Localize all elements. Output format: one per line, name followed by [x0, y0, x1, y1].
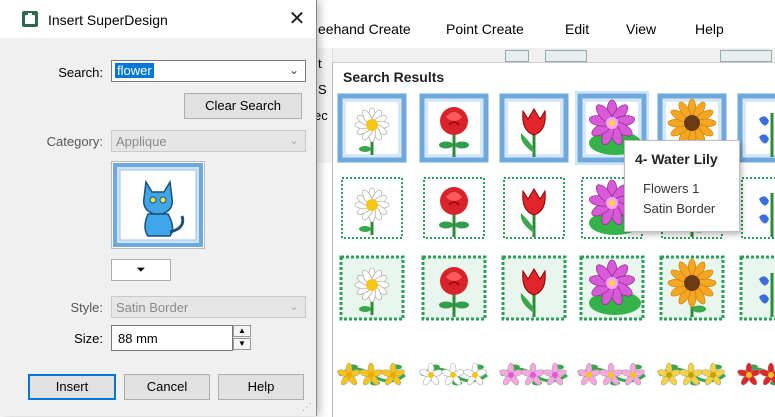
app-icon — [22, 11, 38, 27]
clear-search-button[interactable]: Clear Search — [184, 93, 302, 119]
design-tile-rose[interactable] — [419, 93, 489, 163]
design-tile-gold-vine[interactable] — [657, 335, 727, 405]
size-value: 88 mm — [118, 331, 158, 346]
menu-help[interactable]: Help — [695, 21, 724, 37]
bluebell-design-icon — [737, 93, 775, 163]
chevron-down-icon[interactable]: ⌄ — [289, 63, 299, 77]
daisy-design-icon — [337, 93, 407, 163]
style-label: Style: — [70, 300, 103, 315]
search-results-panel: Search Results — [332, 62, 775, 417]
design-tile-white-vine[interactable] — [419, 335, 489, 405]
rose-design-icon — [419, 93, 489, 163]
mixed-vine-design-icon — [577, 362, 646, 386]
menu-point-create[interactable]: Point Create — [446, 21, 524, 37]
toolbar-icon[interactable] — [545, 50, 587, 62]
yellow-vine-design-icon — [337, 362, 406, 386]
design-tile-daisy[interactable] — [337, 173, 407, 243]
style-select[interactable]: Satin Border ⌄ — [111, 296, 306, 318]
menu-view[interactable]: View — [626, 21, 656, 37]
design-tile-tulip[interactable] — [499, 93, 569, 163]
pink-vine-design-icon — [499, 362, 568, 386]
expand-preview-button[interactable]: ⏷ — [111, 259, 171, 281]
size-input[interactable]: 88 mm — [111, 325, 233, 351]
design-preview — [111, 161, 205, 249]
cancel-button[interactable]: Cancel — [124, 374, 210, 400]
category-label: Category: — [46, 134, 103, 149]
white-vine-design-icon — [419, 362, 488, 386]
category-value: Applique — [116, 134, 167, 149]
size-label: Size: — [74, 331, 103, 346]
red-vine-design-icon — [737, 362, 775, 386]
tooltip-title: 4- Water Lily — [635, 151, 718, 167]
bluebell-design-icon — [739, 255, 775, 321]
side-letter: S — [318, 82, 327, 97]
design-tile-rose[interactable] — [419, 173, 489, 243]
design-tile-tulip[interactable] — [499, 253, 569, 323]
tulip-design-icon — [501, 255, 567, 321]
search-input[interactable]: flower ⌄ — [111, 60, 306, 82]
design-tile-yellow-vine[interactable] — [337, 335, 407, 405]
design-tile-pink-vine[interactable] — [499, 335, 569, 405]
rose-design-icon — [421, 255, 487, 321]
category-select[interactable]: Applique ⌄ — [111, 130, 306, 152]
insert-superdesign-dialog: Insert SuperDesign ✕ Search: flower ⌄ Cl… — [0, 0, 317, 416]
design-tile-mixed-vine[interactable] — [577, 335, 647, 405]
cat-applique-image — [113, 163, 203, 247]
insert-button[interactable]: Insert — [28, 374, 116, 400]
design-tile-rose[interactable] — [419, 253, 489, 323]
daisy-design-icon — [341, 177, 403, 239]
chevron-down-icon: ⌄ — [288, 133, 299, 147]
toolbar-icon[interactable] — [720, 50, 772, 62]
help-button[interactable]: Help — [218, 374, 304, 400]
search-value: flower — [115, 63, 154, 78]
gold-vine-design-icon — [657, 362, 726, 386]
water-lily-design-icon — [579, 255, 645, 321]
close-icon[interactable]: ✕ — [284, 6, 310, 32]
chevron-down-icon: ⌄ — [288, 299, 299, 313]
design-tile-daisy[interactable] — [337, 253, 407, 323]
spin-up-button[interactable]: ▲ — [233, 325, 251, 337]
spin-down-button[interactable]: ▼ — [233, 338, 251, 350]
search-label: Search: — [58, 65, 103, 80]
tooltip-category: Flowers 1 — [643, 181, 700, 196]
design-tile-daisy[interactable] — [337, 93, 407, 163]
design-tile-water-lily[interactable] — [577, 253, 647, 323]
rose-design-icon — [423, 177, 485, 239]
design-tile-tulip[interactable] — [499, 173, 569, 243]
design-tile-bluebell[interactable] — [737, 173, 775, 243]
toolbar-icon[interactable] — [505, 50, 529, 62]
design-tile-bluebell[interactable] — [737, 253, 775, 323]
design-tile-bluebell[interactable] — [737, 93, 775, 163]
design-tooltip: 4- Water Lily Flowers 1 Satin Border — [624, 140, 740, 232]
tulip-design-icon — [499, 93, 569, 163]
tooltip-style: Satin Border — [643, 201, 716, 216]
tulip-design-icon — [503, 177, 565, 239]
dialog-title: Insert SuperDesign — [48, 12, 168, 28]
design-tile-sunflower[interactable] — [657, 253, 727, 323]
menu-edit[interactable]: Edit — [565, 21, 589, 37]
style-value: Satin Border — [116, 300, 189, 315]
menu-freehand-create[interactable]: eehand Create — [318, 21, 411, 37]
side-letter: t — [318, 56, 322, 71]
design-tile-red-vine[interactable] — [737, 335, 775, 405]
sunflower-design-icon — [659, 255, 725, 321]
bluebell-design-icon — [741, 177, 775, 239]
dialog-titlebar[interactable]: Insert SuperDesign ✕ — [0, 0, 316, 38]
resize-grip-icon[interactable]: ⋰ — [302, 402, 314, 414]
search-results-title: Search Results — [343, 69, 445, 85]
daisy-design-icon — [339, 255, 405, 321]
